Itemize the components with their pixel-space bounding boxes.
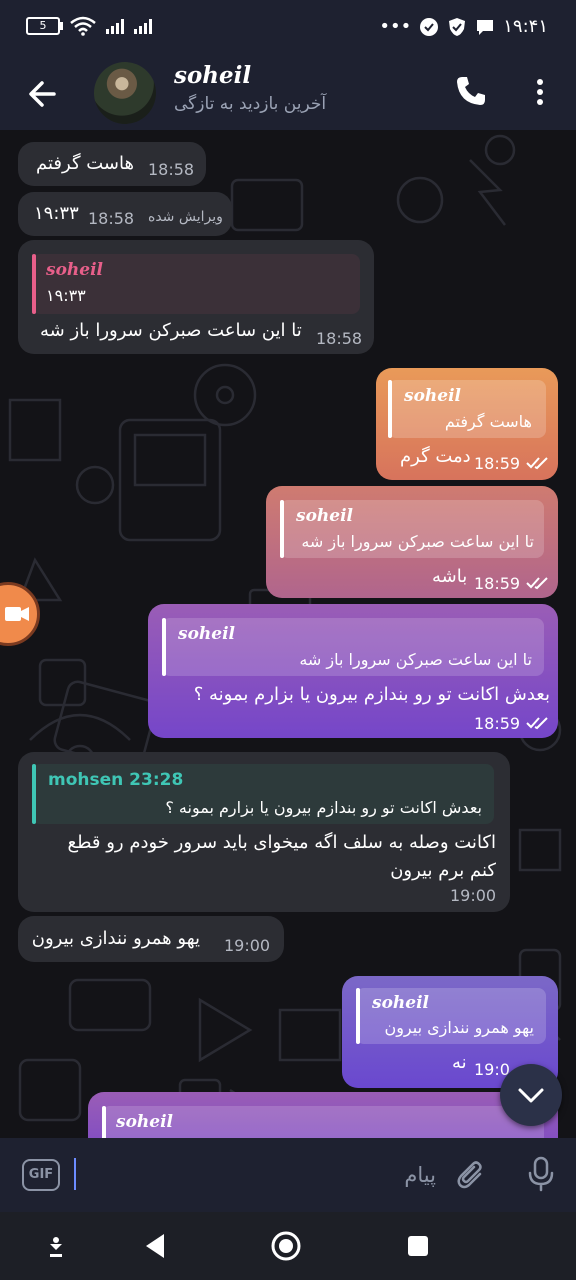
clock: ۱۹:۴۱ bbox=[503, 16, 548, 37]
nav-back-icon[interactable] bbox=[140, 1230, 172, 1262]
reply-quote[interactable]: soheil یهو همرو نندازی بیرون bbox=[356, 988, 546, 1044]
reply-accent-bar bbox=[32, 764, 36, 824]
reply-quote[interactable]: soheil هاست گرفتم bbox=[388, 380, 546, 438]
message-time: 18:59 bbox=[474, 574, 521, 593]
reply-quote[interactable]: soheil تا این ساعت صبرکن سرورا باز شه bbox=[280, 500, 544, 558]
message-bubble[interactable]: soheil ۱۹:۳۳ تا این ساعت صبرکن سرورا باز… bbox=[18, 240, 374, 354]
double-check-icon bbox=[526, 577, 548, 590]
reply-accent-bar bbox=[356, 988, 360, 1044]
last-seen-status: آخرین بازدید به تازگی bbox=[174, 94, 327, 114]
avatar[interactable] bbox=[94, 62, 156, 124]
reply-author: soheil bbox=[296, 506, 354, 526]
scroll-down-button[interactable] bbox=[500, 1064, 562, 1126]
message-time: 18:58 bbox=[148, 160, 195, 179]
message-text: تا این ساعت صبرکن سرورا باز شه bbox=[40, 320, 302, 341]
reply-text: بعدش اکانت تو رو بندازم بیرون یا بزارم ب… bbox=[165, 798, 482, 817]
message-bubble[interactable]: soheil هاست گرفتم دمت گرم 18:59 bbox=[376, 368, 558, 480]
message-bubble[interactable]: soheil تا این ساعت صبرکن سرورا باز شه با… bbox=[266, 486, 558, 598]
double-check-icon bbox=[526, 717, 548, 730]
reply-accent-bar bbox=[162, 618, 166, 676]
reply-accent-bar bbox=[280, 500, 284, 558]
message-text: باشه bbox=[432, 566, 468, 587]
message-bubble[interactable]: soheil تا این ساعت صبرکن سرورا باز شه بع… bbox=[148, 604, 558, 738]
reply-accent-bar bbox=[102, 1106, 106, 1138]
double-check-icon bbox=[526, 457, 548, 470]
nav-recents-icon[interactable] bbox=[402, 1230, 434, 1262]
message-text-line1: اکانت وصله به سلف اگه میخوای باید سرور خ… bbox=[67, 832, 496, 853]
reply-author: soheil bbox=[404, 386, 462, 406]
message-time: 18:58 bbox=[316, 329, 363, 348]
system-nav-bar bbox=[0, 1212, 576, 1280]
reply-text: تا این ساعت صبرکن سرورا باز شه bbox=[301, 532, 534, 551]
back-arrow-icon[interactable] bbox=[24, 74, 64, 114]
phone-icon[interactable] bbox=[454, 74, 488, 108]
reply-quote[interactable]: soheil ۱۹:۳۳ bbox=[32, 254, 360, 314]
chat-notification-icon bbox=[477, 19, 494, 35]
battery-icon: 5 bbox=[26, 17, 63, 35]
reply-author: mohsen 23:28 bbox=[48, 770, 184, 790]
reply-text: یهو همرو نندازی بیرون bbox=[384, 1018, 534, 1037]
message-bubble[interactable]: soheil bbox=[88, 1092, 558, 1138]
gif-button[interactable]: GIF bbox=[22, 1159, 60, 1191]
reply-quote[interactable]: soheil bbox=[102, 1106, 544, 1138]
message-text: نه bbox=[452, 1052, 467, 1073]
message-text: دمت گرم bbox=[400, 446, 471, 467]
message-bubble[interactable]: هاست گرفتم 18:58 bbox=[18, 142, 206, 186]
contact-name[interactable]: soheil bbox=[174, 62, 251, 89]
text-caret bbox=[74, 1158, 76, 1190]
message-text: بعدش اکانت تو رو بندازم بیرون یا بزارم ب… bbox=[193, 684, 550, 705]
message-text: ۱۹:۳۳ bbox=[34, 203, 79, 224]
status-bar: 5 ••• ۱۹:۴۱ bbox=[0, 0, 576, 60]
chat-area[interactable]: هاست گرفتم 18:58 ۱۹:۳۳ 18:58 ویرایش شده … bbox=[0, 130, 576, 1138]
message-text: هاست گرفتم bbox=[36, 153, 134, 174]
reply-author: soheil bbox=[46, 260, 104, 280]
edited-label: ویرایش شده bbox=[148, 209, 223, 225]
microphone-icon[interactable] bbox=[526, 1156, 556, 1192]
message-time: 19:00 bbox=[224, 936, 271, 955]
video-camera-icon bbox=[5, 607, 29, 621]
chevron-down-icon bbox=[518, 1088, 544, 1103]
nav-home-icon[interactable] bbox=[270, 1230, 302, 1262]
reply-accent-bar bbox=[388, 380, 392, 438]
message-time: 19:00 bbox=[450, 886, 497, 905]
message-time: 18:58 bbox=[88, 209, 135, 228]
message-composer: GIF bbox=[0, 1138, 576, 1212]
reply-text: تا این ساعت صبرکن سرورا باز شه bbox=[299, 650, 532, 669]
signal-icon bbox=[106, 18, 124, 34]
reply-quote[interactable]: soheil تا این ساعت صبرکن سرورا باز شه bbox=[162, 618, 544, 676]
message-time: 18:59 bbox=[474, 454, 521, 473]
reply-text: هاست گرفتم bbox=[444, 412, 532, 431]
more-options-icon[interactable] bbox=[528, 72, 552, 112]
paperclip-icon[interactable] bbox=[456, 1160, 486, 1190]
reply-author: soheil bbox=[372, 993, 430, 1013]
message-bubble[interactable]: یهو همرو نندازی بیرون 19:00 bbox=[18, 916, 284, 962]
camera-fab[interactable] bbox=[0, 582, 40, 646]
chat-header: soheil آخرین بازدید به تازگی bbox=[0, 60, 576, 130]
message-text-line2: کنم برم بیرون bbox=[390, 860, 496, 881]
nav-keyboard-hide-icon[interactable] bbox=[40, 1230, 72, 1262]
message-bubble[interactable]: mohsen 23:28 بعدش اکانت تو رو بندازم بیر… bbox=[18, 752, 510, 912]
message-input[interactable] bbox=[74, 1156, 438, 1194]
signal-icon-2 bbox=[134, 18, 152, 34]
shield-check-icon bbox=[449, 17, 466, 36]
reply-quote[interactable]: mohsen 23:28 بعدش اکانت تو رو بندازم بیر… bbox=[32, 764, 494, 824]
app-icon bbox=[420, 17, 439, 36]
message-time: 18:59 bbox=[474, 714, 521, 733]
message-text: یهو همرو نندازی بیرون bbox=[31, 928, 200, 949]
reply-accent-bar bbox=[32, 254, 36, 314]
reply-author: soheil bbox=[116, 1112, 174, 1132]
wifi-icon bbox=[70, 16, 96, 36]
more-notifications-icon: ••• bbox=[379, 16, 412, 37]
reply-author: soheil bbox=[178, 624, 236, 644]
message-bubble[interactable]: ۱۹:۳۳ 18:58 ویرایش شده bbox=[18, 192, 232, 236]
reply-text: ۱۹:۳۳ bbox=[46, 286, 86, 305]
